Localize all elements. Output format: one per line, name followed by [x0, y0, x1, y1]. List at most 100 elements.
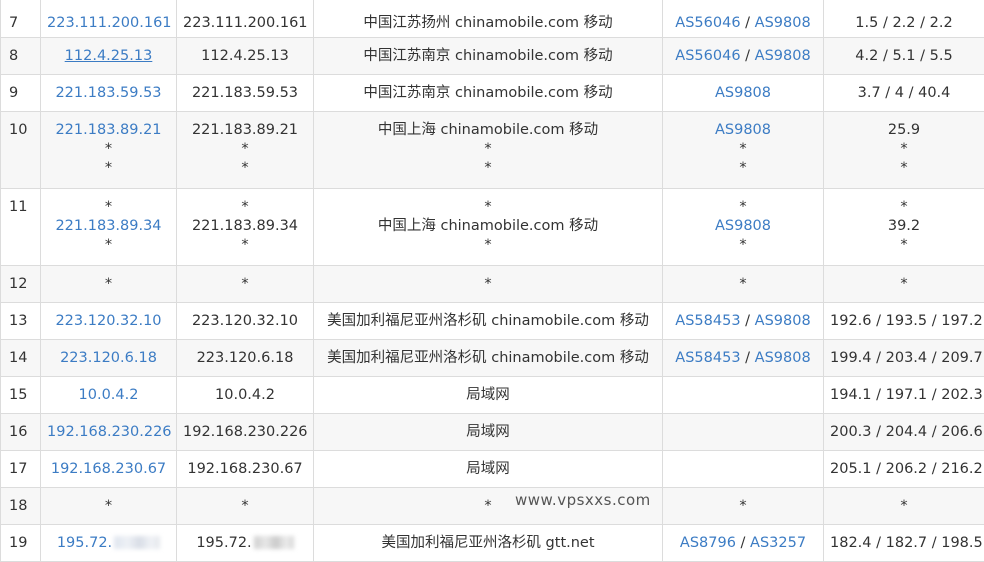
- location: 美国加利福尼亚州洛杉矶 chinamobile.com 移动: [314, 303, 663, 340]
- hostname: 10.0.4.2: [177, 377, 314, 414]
- redacted-blur: [114, 536, 160, 549]
- table-row: 18 * * * * *: [1, 488, 984, 525]
- table-row: 15 10.0.4.2 10.0.4.2 局域网 194.1 / 197.1 /…: [1, 377, 984, 414]
- timeout-star: *: [669, 159, 817, 178]
- timeout-star: *: [669, 236, 817, 255]
- as-cell: AS9808**: [663, 112, 824, 189]
- ip-cell: 112.4.25.13: [41, 38, 177, 75]
- as-cell-empty: [663, 377, 824, 414]
- timeout-star: *: [183, 198, 307, 217]
- hostname: 112.4.25.13: [177, 38, 314, 75]
- table-row: 8 112.4.25.13 112.4.25.13 中国江苏南京 chinamo…: [1, 38, 984, 75]
- timeout-star: *: [663, 266, 824, 303]
- hop-number: 14: [1, 340, 41, 377]
- latency: 182.4 / 182.7 / 198.5: [824, 525, 984, 562]
- timeout-star: *: [320, 236, 656, 255]
- as-link[interactable]: AS56046: [675, 15, 740, 31]
- as-cell: AS56046 / AS9808: [663, 0, 824, 38]
- hostname: 223.120.32.10: [177, 303, 314, 340]
- table-row: 17 192.168.230.67 192.168.230.67 局域网 205…: [1, 451, 984, 488]
- as-separator: /: [736, 535, 750, 551]
- ip-link[interactable]: 223.120.32.10: [41, 303, 177, 340]
- location: 局域网: [314, 377, 663, 414]
- table-row: 11 *221.183.89.34* *221.183.89.34* *中国上海…: [1, 189, 984, 266]
- as-cell: AS8796 / AS3257: [663, 525, 824, 562]
- latency: 39.2: [830, 217, 978, 236]
- latency: 192.6 / 193.5 / 197.2: [824, 303, 984, 340]
- latency: 4.2 / 5.1 / 5.5: [824, 38, 984, 75]
- timeout-star: *: [41, 488, 177, 525]
- location: 局域网: [314, 451, 663, 488]
- as-link[interactable]: AS9808: [663, 75, 824, 112]
- ip-link[interactable]: 195.72.: [57, 535, 112, 551]
- location: 中国江苏扬州 chinamobile.com 移动: [314, 0, 663, 38]
- table-row: 9 221.183.59.53 221.183.59.53 中国江苏南京 chi…: [1, 75, 984, 112]
- ip-cell: 195.72.: [41, 525, 177, 562]
- timeout-star: *: [824, 488, 984, 525]
- as-link[interactable]: AS9808: [669, 217, 817, 236]
- timeout-star: *: [663, 488, 824, 525]
- as-link[interactable]: AS9808: [669, 121, 817, 140]
- as-link[interactable]: AS3257: [750, 535, 806, 551]
- hop-number: 12: [1, 266, 41, 303]
- timeout-star: *: [183, 140, 307, 159]
- ip-cell: *221.183.89.34*: [41, 189, 177, 266]
- hostname: 221.183.89.34: [183, 217, 307, 236]
- location: 美国加利福尼亚州洛杉矶 chinamobile.com 移动: [314, 340, 663, 377]
- ip-link[interactable]: 112.4.25.13: [65, 48, 153, 64]
- location: 局域网: [314, 414, 663, 451]
- as-link[interactable]: AS9808: [755, 48, 811, 64]
- hop-number: 10: [1, 112, 41, 189]
- hop-number: 11: [1, 189, 41, 266]
- timeout-star: *: [183, 159, 307, 178]
- timeout-star: *: [830, 159, 978, 178]
- timeout-star: *: [183, 236, 307, 255]
- timeout-star: *: [314, 266, 663, 303]
- timeout-star: *: [47, 236, 170, 255]
- as-link[interactable]: AS9808: [755, 15, 811, 31]
- hostname: 221.183.89.21: [183, 121, 307, 140]
- location: 美国加利福尼亚州洛杉矶 gtt.net: [314, 525, 663, 562]
- as-cell-empty: [663, 451, 824, 488]
- hostname: 192.168.230.226: [177, 414, 314, 451]
- as-link[interactable]: AS9808: [755, 350, 811, 366]
- hop-number: 9: [1, 75, 41, 112]
- as-link[interactable]: AS58453: [675, 313, 740, 329]
- as-cell: AS58453 / AS9808: [663, 340, 824, 377]
- table-row: 7 223.111.200.161 223.111.200.161 中国江苏扬州…: [1, 0, 984, 38]
- timeout-star: *: [830, 236, 978, 255]
- hostname: 195.72.: [196, 535, 251, 551]
- hostname: 221.183.59.53: [177, 75, 314, 112]
- timeout-star: *: [177, 266, 314, 303]
- as-cell: AS58453 / AS9808: [663, 303, 824, 340]
- as-link[interactable]: AS56046: [675, 48, 740, 64]
- ip-link[interactable]: 192.168.230.67: [41, 451, 177, 488]
- ip-link[interactable]: 192.168.230.226: [41, 414, 177, 451]
- table-row: 10 221.183.89.21** 221.183.89.21** 中国上海 …: [1, 112, 984, 189]
- as-link[interactable]: AS8796: [680, 535, 736, 551]
- timeout-star: *: [41, 266, 177, 303]
- as-link[interactable]: AS58453: [675, 350, 740, 366]
- hop-number: 8: [1, 38, 41, 75]
- timeout-star: *: [320, 198, 656, 217]
- hop-number: 18: [1, 488, 41, 525]
- ip-link[interactable]: 221.183.89.34: [47, 217, 170, 236]
- latency: 199.4 / 203.4 / 209.7: [824, 340, 984, 377]
- hop-number: 7: [1, 0, 41, 38]
- ip-link[interactable]: 223.111.200.161: [41, 0, 177, 38]
- latency: 1.5 / 2.2 / 2.2: [824, 0, 984, 38]
- ip-link[interactable]: 223.120.6.18: [41, 340, 177, 377]
- ip-link[interactable]: 10.0.4.2: [41, 377, 177, 414]
- hop-number: 19: [1, 525, 41, 562]
- ip-link[interactable]: 221.183.89.21: [47, 121, 170, 140]
- timeout-star: *: [47, 140, 170, 159]
- ip-link[interactable]: 221.183.59.53: [41, 75, 177, 112]
- hop-number: 17: [1, 451, 41, 488]
- as-link[interactable]: AS9808: [755, 313, 811, 329]
- location: 中国江苏南京 chinamobile.com 移动: [314, 38, 663, 75]
- location-cell: *中国上海 chinamobile.com 移动*: [314, 189, 663, 266]
- timeout-star: *: [47, 159, 170, 178]
- location-cell: 中国上海 chinamobile.com 移动**: [314, 112, 663, 189]
- table-row: 13 223.120.32.10 223.120.32.10 美国加利福尼亚州洛…: [1, 303, 984, 340]
- table-row: 19 195.72. 195.72. 美国加利福尼亚州洛杉矶 gtt.net A…: [1, 525, 984, 562]
